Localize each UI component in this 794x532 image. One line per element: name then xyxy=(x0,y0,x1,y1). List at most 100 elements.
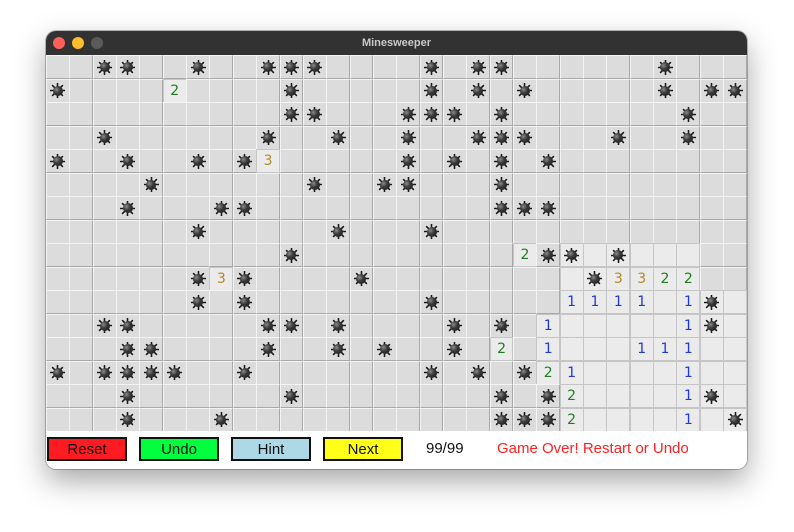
grid-cell[interactable] xyxy=(139,313,164,338)
grid-cell[interactable] xyxy=(606,243,631,267)
grid-cell[interactable] xyxy=(583,196,607,220)
grid-cell[interactable] xyxy=(162,313,187,338)
grid-cell[interactable] xyxy=(699,266,724,291)
grid-cell[interactable] xyxy=(302,290,327,314)
grid-cell[interactable]: 3 xyxy=(209,266,234,291)
grid-cell[interactable] xyxy=(69,243,94,267)
grid-cell[interactable] xyxy=(349,266,374,291)
grid-cell[interactable] xyxy=(256,102,280,126)
grid-cell[interactable] xyxy=(419,102,444,126)
grid-cell[interactable] xyxy=(232,125,257,150)
grid-cell[interactable] xyxy=(69,55,94,79)
grid-cell[interactable] xyxy=(69,172,94,197)
grid-cell[interactable]: 2 xyxy=(513,243,537,267)
grid-cell[interactable] xyxy=(513,384,537,408)
grid-cell[interactable] xyxy=(69,125,94,150)
grid-cell[interactable] xyxy=(349,384,374,408)
grid-cell[interactable] xyxy=(513,172,537,197)
grid-cell[interactable] xyxy=(442,149,467,173)
grid-cell[interactable]: 1 xyxy=(629,337,654,361)
grid-cell[interactable] xyxy=(116,219,140,244)
grid-cell[interactable] xyxy=(536,243,561,267)
grid-cell[interactable] xyxy=(466,360,491,385)
grid-cell[interactable] xyxy=(536,266,561,291)
grid-cell[interactable] xyxy=(396,407,421,432)
grid-cell[interactable] xyxy=(372,78,397,103)
grid-cell[interactable] xyxy=(583,125,607,150)
grid-cell[interactable] xyxy=(232,313,257,338)
grid-cell[interactable] xyxy=(209,219,234,244)
grid-cell[interactable] xyxy=(302,313,327,338)
grid-cell[interactable] xyxy=(396,337,421,361)
grid-cell[interactable] xyxy=(396,243,421,267)
grid-cell[interactable] xyxy=(279,78,304,103)
grid-cell[interactable] xyxy=(466,313,491,338)
grid-cell[interactable] xyxy=(349,337,374,361)
grid-cell[interactable] xyxy=(419,55,444,79)
grid-cell[interactable] xyxy=(536,219,561,244)
grid-cell[interactable] xyxy=(466,219,491,244)
grid-cell[interactable] xyxy=(536,172,561,197)
grid-cell[interactable] xyxy=(162,290,187,314)
grid-cell[interactable] xyxy=(372,407,397,432)
grid-cell[interactable] xyxy=(209,78,234,103)
grid-cell[interactable] xyxy=(162,149,187,173)
grid-cell[interactable] xyxy=(699,337,724,361)
grid-cell[interactable] xyxy=(489,172,514,197)
grid-cell[interactable] xyxy=(653,219,677,244)
grid-cell[interactable] xyxy=(559,243,584,267)
grid-cell[interactable] xyxy=(349,313,374,338)
grid-cell[interactable] xyxy=(302,172,327,197)
grid-cell[interactable] xyxy=(186,243,210,267)
grid-cell[interactable] xyxy=(442,360,467,385)
grid-cell[interactable] xyxy=(279,384,304,408)
grid-cell[interactable] xyxy=(349,102,374,126)
grid-cell[interactable] xyxy=(349,219,374,244)
grid-cell[interactable] xyxy=(466,78,491,103)
grid-cell[interactable] xyxy=(629,243,654,267)
grid-cell[interactable] xyxy=(489,384,514,408)
grid-cell[interactable] xyxy=(46,384,70,408)
grid-cell[interactable] xyxy=(559,78,584,103)
grid-cell[interactable] xyxy=(653,149,677,173)
grid-cell[interactable]: 1 xyxy=(676,290,701,314)
grid-cell[interactable] xyxy=(302,196,327,220)
grid-cell[interactable] xyxy=(139,78,164,103)
grid-cell[interactable] xyxy=(723,125,747,150)
grid-cell[interactable] xyxy=(232,219,257,244)
grid-cell[interactable] xyxy=(699,407,724,432)
grid-cell[interactable]: 1 xyxy=(583,290,607,314)
grid-cell[interactable] xyxy=(396,78,421,103)
grid-cell[interactable] xyxy=(489,196,514,220)
grid-cell[interactable] xyxy=(69,266,94,291)
grid-cell[interactable] xyxy=(232,290,257,314)
grid-cell[interactable] xyxy=(466,337,491,361)
grid-cell[interactable] xyxy=(256,384,280,408)
grid-cell[interactable] xyxy=(536,384,561,408)
grid-cell[interactable] xyxy=(232,266,257,291)
grid-cell[interactable] xyxy=(699,196,724,220)
grid-cell[interactable] xyxy=(209,313,234,338)
grid-cell[interactable] xyxy=(629,384,654,408)
grid-cell[interactable] xyxy=(186,360,210,385)
grid-cell[interactable] xyxy=(302,243,327,267)
grid-cell[interactable] xyxy=(723,407,747,432)
grid-cell[interactable] xyxy=(606,149,631,173)
grid-cell[interactable] xyxy=(629,125,654,150)
grid-cell[interactable] xyxy=(513,102,537,126)
grid-cell[interactable] xyxy=(653,196,677,220)
grid-cell[interactable] xyxy=(583,313,607,338)
grid-cell[interactable] xyxy=(513,196,537,220)
grid-cell[interactable] xyxy=(279,55,304,79)
grid-cell[interactable] xyxy=(232,149,257,173)
grid-cell[interactable] xyxy=(279,337,304,361)
grid-cell[interactable] xyxy=(419,172,444,197)
grid-cell[interactable] xyxy=(302,102,327,126)
grid-cell[interactable] xyxy=(139,125,164,150)
grid-cell[interactable] xyxy=(536,149,561,173)
grid-cell[interactable] xyxy=(396,313,421,338)
grid-cell[interactable] xyxy=(92,55,117,79)
grid-cell[interactable] xyxy=(326,384,351,408)
grid-cell[interactable] xyxy=(302,78,327,103)
grid-cell[interactable] xyxy=(442,407,467,432)
